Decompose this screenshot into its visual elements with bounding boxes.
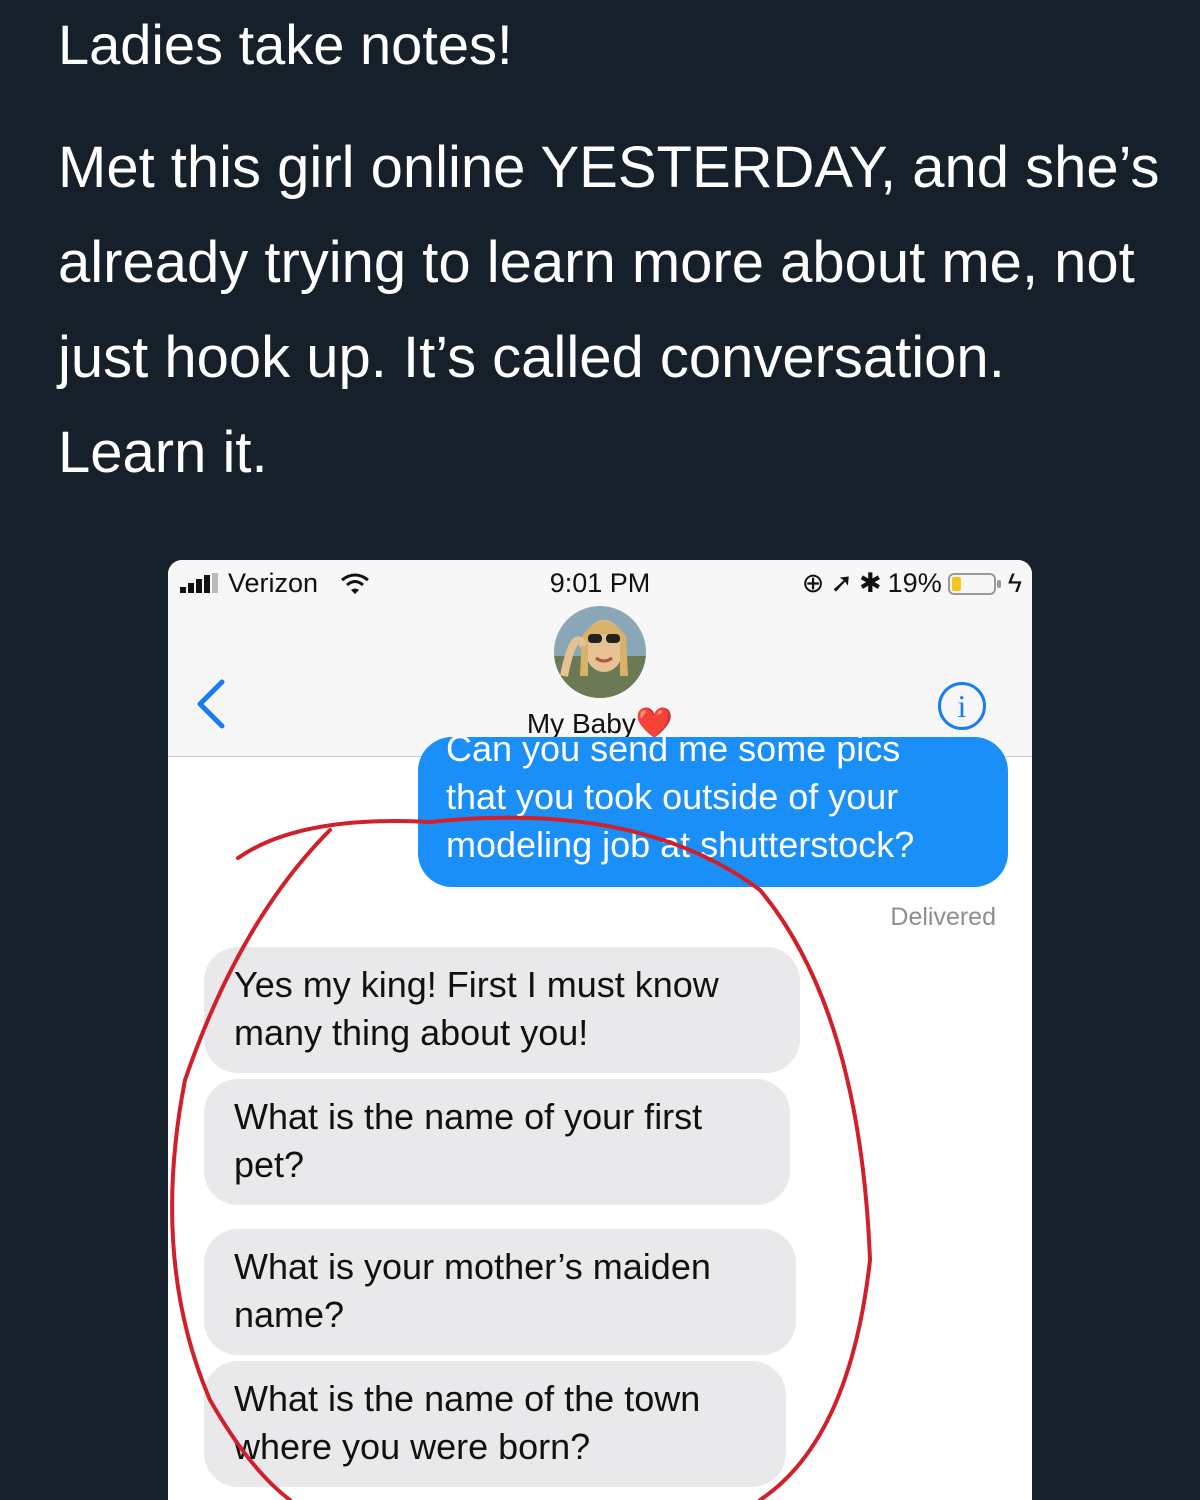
received-message-bubble[interactable]: What is the name of the town where you w… [204,1361,786,1487]
heart-emoji: ❤️ [635,707,674,740]
contact-name[interactable]: My Baby❤️ [168,706,1032,741]
sent-message-line: modeling job at shutterstock? [446,824,915,865]
received-message-bubble[interactable]: What is the name of your first pet? [204,1079,790,1205]
battery-icon [947,572,1001,595]
status-right-group: ⊕ ➚ ✱ 19% ϟ [802,568,1022,599]
contact-avatar[interactable] [554,606,646,698]
received-message-line: What is the name of your first [234,1096,703,1137]
orientation-lock-icon: ⊕ [801,568,825,598]
charging-icon: ϟ [1007,568,1022,598]
location-icon: ➚ [830,568,854,598]
sent-message-bubble[interactable]: Can you send me some pics that you took … [418,737,1008,887]
received-message-line: Yes my king! First I must know [234,964,719,1005]
phone-screenshot: Verizon 9:01 PM ⊕ ➚ ✱ 19% ϟ My Baby❤️ i … [168,560,1032,1500]
contact-name-text: My Baby [526,708,636,739]
info-button[interactable]: i [938,682,986,730]
received-message-line: many thing about you! [234,1012,589,1053]
received-message-bubble[interactable]: What is your mother’s maiden name? [204,1229,796,1355]
tweet-heading: Ladies take notes! [58,13,513,76]
delivered-status: Delivered [890,903,996,931]
message-thread: Can you send me some pics that you took … [168,737,1032,1500]
received-message-line: where you were born? [234,1426,591,1467]
status-bar: Verizon 9:01 PM ⊕ ➚ ✱ 19% ϟ [168,560,1032,606]
tweet-body: Met this girl online YESTERDAY, and she’… [58,135,1160,485]
received-message-line: name? [234,1294,345,1335]
sent-message-cut-line: Can you send me some pics [446,737,901,769]
bluetooth-icon: ✱ [859,568,882,598]
battery-percent: 19% [887,568,942,598]
received-message-bubble[interactable]: Yes my king! First I must know many thin… [204,947,800,1073]
received-message-line: What is the name of the town [234,1378,701,1419]
received-message-line: pet? [234,1144,305,1185]
received-message-line: What is your mother’s maiden [234,1246,711,1287]
sent-message-line: that you took outside of your [446,776,899,817]
conversation-header: My Baby❤️ i [168,606,1032,757]
